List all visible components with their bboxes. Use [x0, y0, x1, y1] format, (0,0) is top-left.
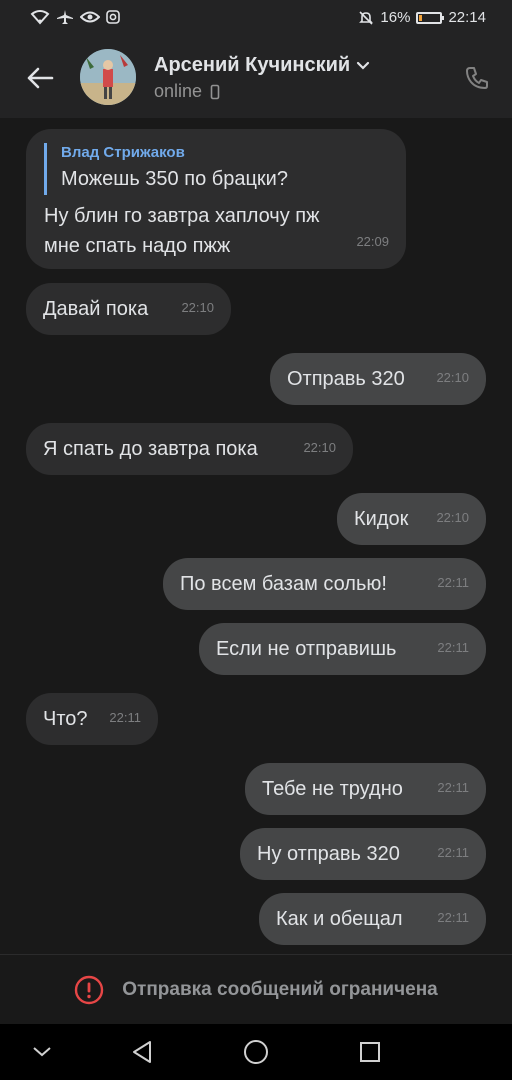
message-list[interactable]: Влад Стрижаков Можешь 350 по брацки? Ну …: [0, 118, 512, 954]
mute-icon: [359, 10, 374, 25]
back-arrow-icon: [27, 67, 54, 89]
reply-text: Можешь 350 по брацки?: [61, 168, 288, 190]
contact-status: online: [154, 81, 220, 102]
warning-icon: [75, 975, 104, 1005]
message-time: 22:10: [436, 510, 469, 525]
call-button[interactable]: [462, 63, 492, 93]
message-bubble-outgoing[interactable]: Отправь 320 22:10: [270, 353, 486, 405]
message-text: Ну блин го завтра хаплочу пж: [44, 205, 320, 227]
reply-author: Влад Стрижаков: [61, 144, 185, 161]
contact-name[interactable]: Арсений Кучинский: [154, 54, 370, 77]
hide-keyboard-button[interactable]: [28, 1038, 56, 1066]
recents-nav-button[interactable]: [356, 1038, 384, 1066]
message-time: 22:09: [356, 234, 389, 249]
home-nav-button[interactable]: [242, 1038, 270, 1066]
status-bar: 16% 22:14: [0, 0, 512, 38]
clock: 22:14: [448, 9, 486, 26]
chevron-down-icon: [357, 61, 370, 70]
message-time: 22:11: [437, 910, 469, 925]
message-time: 22:11: [437, 780, 469, 795]
call-icon: [466, 67, 488, 89]
contact-name-text: Арсений Кучинский: [154, 54, 351, 76]
hide-keyboard-icon: [33, 1047, 51, 1057]
avatar[interactable]: [80, 49, 136, 105]
message-bubble-outgoing[interactable]: Если не отправишь 22:11: [199, 623, 486, 675]
message-bubble-outgoing[interactable]: Кидок 22:10: [337, 493, 486, 545]
instagram-icon: [106, 10, 120, 24]
message-time: 22:11: [437, 575, 469, 590]
message-time: 22:10: [181, 300, 214, 315]
message-bubble-outgoing[interactable]: Ну отправь 320 22:11: [240, 828, 486, 880]
avatar-image: [80, 49, 136, 105]
battery-percent: 16%: [380, 9, 411, 26]
message-time: 22:11: [437, 640, 469, 655]
message-bubble-outgoing[interactable]: По всем базам солью! 22:11: [163, 558, 486, 610]
reply-quote[interactable]: Влад Стрижаков Можешь 350 по брацки?: [44, 143, 388, 195]
message-bubble-incoming[interactable]: Я спать до завтра пока 22:10: [26, 423, 353, 475]
messaging-restricted-bar: Отправка сообщений ограничена: [0, 954, 512, 1025]
back-button[interactable]: [22, 58, 58, 98]
eye-icon: [80, 11, 100, 23]
message-time: 22:10: [303, 440, 336, 455]
status-icons-right: 16% 22:14: [358, 9, 486, 26]
message-bubble-outgoing[interactable]: Тебе не трудно 22:11: [245, 763, 486, 815]
message-bubble-incoming[interactable]: Влад Стрижаков Можешь 350 по брацки? Ну …: [26, 129, 406, 269]
wifi-icon: [30, 10, 50, 25]
message-time: 22:11: [109, 710, 141, 725]
chat-header: Арсений Кучинский online: [0, 38, 512, 118]
home-circle-icon: [244, 1040, 268, 1064]
back-nav-button[interactable]: [128, 1038, 156, 1066]
message-text: мне спать надо пжж: [44, 235, 231, 257]
message-time: 22:10: [436, 370, 469, 385]
online-status: online: [154, 81, 203, 101]
message-bubble-incoming[interactable]: Давай пока 22:10: [26, 283, 231, 335]
message-time: 22:11: [437, 845, 469, 860]
status-icons-left: [30, 9, 120, 25]
phone-device-icon: [210, 84, 220, 99]
message-bubble-outgoing[interactable]: Как и обещал 22:11: [259, 893, 486, 945]
airplane-icon: [57, 10, 73, 24]
system-nav-bar: [0, 1024, 512, 1080]
message-bubble-incoming[interactable]: Что? 22:11: [26, 693, 158, 745]
restricted-message: Отправка сообщений ограничена: [122, 979, 438, 1000]
recents-square-icon: [360, 1042, 380, 1062]
battery-icon: [416, 11, 445, 24]
back-triangle-icon: [133, 1041, 151, 1063]
